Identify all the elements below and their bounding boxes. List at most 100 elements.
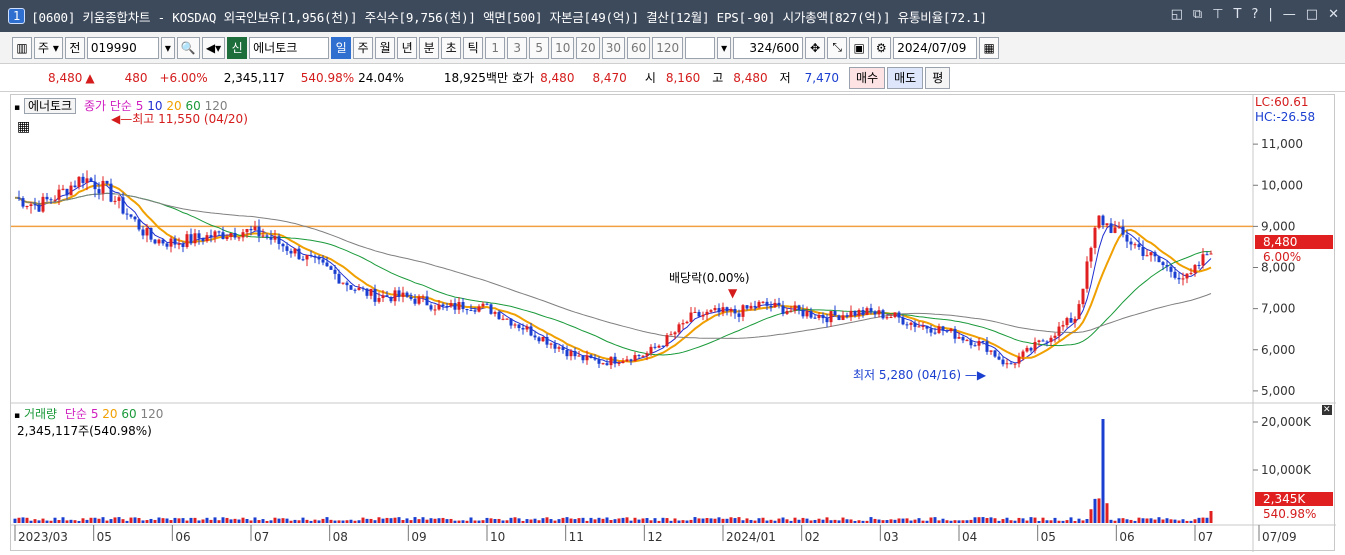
volume-bar bbox=[646, 518, 649, 523]
legend-volume-ma-type: 단순 bbox=[65, 407, 87, 421]
volume-bar bbox=[642, 518, 645, 523]
candle-body bbox=[78, 177, 81, 187]
volume-bar bbox=[574, 519, 577, 523]
volume-bar bbox=[810, 520, 813, 523]
candle-body bbox=[294, 249, 297, 254]
custom-interval-input[interactable] bbox=[685, 37, 715, 59]
candle-body bbox=[498, 312, 501, 319]
eval-button[interactable]: 평 bbox=[925, 67, 950, 89]
candle-body bbox=[458, 302, 461, 310]
gear-icon[interactable]: ⚙ bbox=[871, 37, 891, 59]
code-dropdown-icon[interactable]: ▾ bbox=[161, 37, 175, 59]
stock-code-input[interactable]: 019990 bbox=[87, 37, 159, 59]
interval-20[interactable]: 20 bbox=[576, 37, 599, 59]
volume-bar bbox=[438, 518, 441, 523]
interval-1[interactable]: 1 bbox=[485, 37, 505, 59]
bar-count-field[interactable]: 324/600 bbox=[733, 37, 803, 59]
save-icon[interactable]: ▣ bbox=[849, 37, 869, 59]
tab-year[interactable]: 년 bbox=[397, 37, 417, 59]
candle-body bbox=[98, 189, 101, 193]
candle-body bbox=[914, 323, 917, 327]
date-field[interactable]: 2024/07/09 bbox=[893, 37, 977, 59]
prev-button[interactable]: 전 bbox=[65, 37, 85, 59]
volume-bar bbox=[322, 519, 325, 523]
volume-bar bbox=[1082, 520, 1085, 523]
candle-body bbox=[154, 240, 157, 244]
volume-bar bbox=[746, 518, 749, 523]
chart-area[interactable]: 11,00010,0009,0008,0007,0006,0005,000 20… bbox=[10, 94, 1335, 551]
grid-toggle-icon[interactable]: ▦ bbox=[17, 119, 30, 135]
volume-bar bbox=[870, 517, 873, 523]
panel-close-icon[interactable]: ✕ bbox=[1322, 405, 1332, 415]
volume-bar bbox=[458, 521, 461, 523]
pin-icon[interactable]: ⊤ bbox=[1212, 7, 1223, 22]
volume-bar bbox=[682, 520, 685, 523]
tab-week[interactable]: 주 bbox=[353, 37, 373, 59]
custom-interval-dropdown-icon[interactable]: ▾ bbox=[717, 37, 731, 59]
maximize-icon[interactable]: □ bbox=[1306, 7, 1318, 22]
legend-stock-name[interactable]: 에너토크 bbox=[24, 98, 76, 114]
candle-body bbox=[574, 351, 577, 356]
interval-60[interactable]: 60 bbox=[627, 37, 650, 59]
volume-bar bbox=[798, 520, 801, 523]
volume-bar bbox=[1006, 518, 1009, 523]
close-icon[interactable]: ✕ bbox=[1328, 7, 1339, 22]
tab-month[interactable]: 월 bbox=[375, 37, 395, 59]
sell-button[interactable]: 매도 bbox=[887, 67, 923, 89]
candle-body bbox=[746, 305, 749, 308]
interval-30[interactable]: 30 bbox=[602, 37, 625, 59]
volume-bar bbox=[526, 519, 529, 523]
font-icon[interactable]: T bbox=[1234, 7, 1242, 22]
volume-bar bbox=[950, 521, 953, 523]
candle-body bbox=[862, 310, 865, 315]
minimize-icon[interactable]: — bbox=[1283, 7, 1296, 22]
tab-second[interactable]: 초 bbox=[441, 37, 461, 59]
window-number-badge[interactable]: 1 bbox=[8, 8, 25, 24]
candle-body bbox=[998, 357, 1001, 360]
volume-bar bbox=[1150, 518, 1153, 523]
ask-price-1: 8,480 bbox=[540, 71, 574, 85]
stock-name-field[interactable]: 에너토크 bbox=[249, 37, 329, 59]
interval-120[interactable]: 120 bbox=[652, 37, 683, 59]
volume-bar bbox=[370, 519, 373, 523]
duplicate-window-icon[interactable]: ⧉ bbox=[1193, 7, 1202, 22]
buy-button[interactable]: 매수 bbox=[849, 67, 885, 89]
volume-bar bbox=[838, 520, 841, 523]
layout-icon[interactable]: ▥ bbox=[12, 37, 32, 59]
candle-body bbox=[902, 318, 905, 325]
candle-body bbox=[430, 305, 433, 309]
date-tick-label: 12 bbox=[647, 530, 662, 544]
candle-body bbox=[842, 315, 845, 320]
volume-bar bbox=[270, 520, 273, 523]
tab-tick[interactable]: 틱 bbox=[463, 37, 483, 59]
mode-select[interactable]: 주 ▾ bbox=[34, 37, 63, 59]
candle-body bbox=[1134, 244, 1137, 245]
interval-10[interactable]: 10 bbox=[551, 37, 574, 59]
candle-body bbox=[1106, 223, 1109, 225]
candle-body bbox=[142, 230, 145, 236]
ask-label: 호가 bbox=[512, 69, 534, 86]
calendar-icon[interactable]: ▦ bbox=[979, 37, 999, 59]
candle-body bbox=[318, 257, 321, 260]
candle-body bbox=[754, 306, 757, 308]
candle-body bbox=[354, 290, 357, 291]
tab-day[interactable]: 일 bbox=[331, 37, 351, 59]
crosshair-icon[interactable]: ✥ bbox=[805, 37, 825, 59]
volume-bar bbox=[530, 520, 533, 523]
search-icon[interactable]: 🔍 bbox=[177, 37, 200, 59]
chart-canvas[interactable]: 11,00010,0009,0008,0007,0006,0005,000 20… bbox=[11, 95, 1336, 552]
candle-body bbox=[174, 239, 177, 245]
volume-bar bbox=[742, 520, 745, 523]
interval-3[interactable]: 3 bbox=[507, 37, 527, 59]
tab-minute[interactable]: 분 bbox=[419, 37, 439, 59]
volume-bar bbox=[30, 521, 33, 523]
candle-body bbox=[38, 205, 41, 212]
interval-5[interactable]: 5 bbox=[529, 37, 549, 59]
volume-bar bbox=[894, 520, 897, 523]
draw-tools-icon[interactable]: ⤡ bbox=[827, 37, 847, 59]
candle-body bbox=[370, 289, 373, 296]
help-icon[interactable]: ? bbox=[1252, 7, 1259, 22]
sound-icon[interactable]: ◀▾ bbox=[202, 37, 225, 59]
volume-bar bbox=[750, 520, 753, 523]
restore-layout-icon[interactable]: ◱ bbox=[1171, 7, 1183, 22]
